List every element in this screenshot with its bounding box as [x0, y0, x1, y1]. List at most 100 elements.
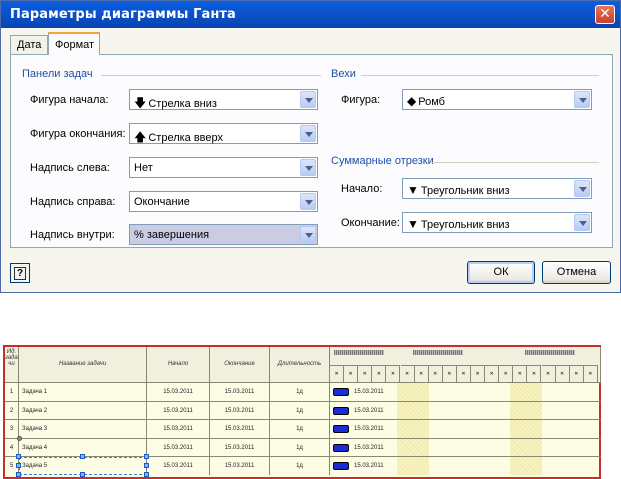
ok-button[interactable]: ОК [467, 261, 535, 284]
day-marker: ✕ [531, 371, 537, 377]
table-row[interactable]: 2 Задача 2 15.03.2011 15.03.2011 1д 15.03.201… [5, 400, 601, 420]
end-shape-select[interactable]: 🡅 Стрелка вверх [129, 123, 318, 144]
close-button[interactable]: ✕ [595, 5, 615, 24]
resize-handle[interactable] [144, 463, 149, 468]
day-marker: ✕ [475, 371, 480, 377]
row-finish: 15.03.2011 [210, 383, 270, 401]
day-marker: ✕ [404, 371, 410, 377]
resize-handle[interactable] [144, 472, 149, 477]
task-bar-label: 15.03.2011 [354, 463, 384, 470]
row-task-name: Задача 2 [19, 401, 147, 420]
header-finish: Окончание [210, 347, 270, 382]
inside-label-select[interactable]: % завершения [129, 224, 318, 245]
day-marker: ✕ [560, 371, 565, 377]
start-shape-select[interactable]: 🡇 Стрелка вниз [129, 89, 318, 110]
row-task-name: Задача 3 [19, 420, 147, 439]
task-bar[interactable] [333, 388, 349, 396]
row-finish: 15.03.2011 [210, 401, 270, 420]
table-row[interactable]: 3 Задача 3 15.03.2011 15.03.2011 1д 15.03.201… [5, 419, 601, 439]
rotation-handle[interactable] [17, 436, 22, 441]
row-task-name: Задача 1 [19, 383, 147, 401]
resize-handle[interactable] [80, 454, 85, 459]
row-duration: 1д [270, 383, 330, 401]
timeline-day-cell: ✕ [358, 365, 373, 382]
day-marker: ✕ [574, 371, 579, 377]
left-label-value: Нет [134, 162, 153, 174]
day-marker: ✕ [503, 371, 508, 377]
resize-handle[interactable] [16, 463, 21, 468]
group-divider [101, 75, 321, 76]
table-row[interactable]: 4 Задача 4 15.03.2011 15.03.2011 1д 15.03.201… [5, 437, 601, 457]
triangle-down-icon: ▼ [407, 183, 419, 197]
week-label [525, 350, 575, 355]
milestone-shape-select[interactable]: ◆ Ромб [402, 89, 592, 110]
row-task-id: 2 [5, 401, 19, 420]
chevron-down-icon[interactable] [300, 91, 316, 108]
arrow-down-icon: 🡇 [134, 96, 147, 110]
header-start: Начало [147, 347, 210, 382]
task-bar[interactable] [333, 406, 349, 415]
timeline-day-cell: ✕ [541, 365, 556, 382]
milestone-shape-label: Фигура: [341, 94, 381, 106]
end-shape-label: Фигура окончания: [30, 128, 126, 140]
close-icon: ✕ [599, 6, 611, 22]
timeline-day-cell: ✕ [372, 365, 387, 382]
day-marker: ✕ [419, 371, 424, 377]
help-button[interactable]: ? [10, 263, 30, 283]
resize-handle[interactable] [144, 454, 149, 459]
tab-date[interactable]: Дата [10, 35, 48, 54]
chevron-down-icon[interactable] [574, 91, 590, 108]
title-bar[interactable]: Параметры диаграммы Ганта ✕ [1, 1, 620, 28]
timeline-day-cell: ✕ [386, 365, 401, 382]
day-marker: ✕ [517, 371, 522, 377]
day-marker: ✕ [376, 371, 381, 377]
timeline-day-cell: ✕ [499, 365, 514, 382]
day-marker: ✕ [545, 371, 551, 377]
resize-handle[interactable] [80, 472, 85, 477]
summary-end-value: Треугольник вниз [420, 219, 510, 231]
right-label-label: Надпись справа: [30, 196, 116, 208]
gantt-chart[interactable]: Ид. зада-чи Название задачи Начало Оконч… [3, 345, 601, 479]
summary-end-select[interactable]: ▼ Треугольник вниз [402, 212, 592, 233]
day-marker: ✕ [334, 371, 339, 377]
left-label-label: Надпись слева: [30, 162, 110, 174]
chevron-down-icon[interactable] [574, 214, 590, 231]
header-duration: Длительность [270, 347, 330, 382]
task-bar-label: 15.03.2011 [354, 407, 384, 414]
resize-handle[interactable] [16, 454, 21, 459]
task-bar-label: 15.03.2011 [354, 444, 384, 451]
chevron-down-icon[interactable] [300, 159, 316, 176]
start-shape-label: Фигура начала: [30, 94, 109, 106]
task-bar[interactable] [333, 425, 349, 434]
task-bar[interactable] [333, 462, 349, 471]
row-start: 15.03.2011 [147, 438, 210, 457]
summary-start-select[interactable]: ▼ Треугольник вниз [402, 178, 592, 199]
right-label-select[interactable]: Окончание [129, 191, 318, 212]
row-start: 15.03.2011 [147, 401, 210, 420]
timeline-day-cell: ✕ [330, 365, 345, 382]
day-marker: ✕ [433, 371, 438, 377]
resize-handle[interactable] [16, 472, 21, 477]
day-marker: ✕ [447, 371, 452, 377]
milestone-shape-value: Ромб [418, 96, 445, 108]
header-task-id: Ид. зада-чи [5, 347, 20, 382]
cancel-button[interactable]: Отмена [542, 261, 611, 284]
chevron-down-icon[interactable] [574, 180, 590, 197]
chevron-down-icon[interactable] [300, 193, 316, 210]
chevron-down-icon[interactable] [300, 226, 316, 243]
inside-label-label: Надпись внутри: [30, 229, 115, 241]
triangle-down-icon: ▼ [407, 217, 419, 231]
timeline-day-cell: ✕ [456, 365, 471, 382]
inside-label-value: % завершения [134, 229, 210, 241]
header-task-name: Название задачи [19, 347, 147, 382]
left-label-select[interactable]: Нет [129, 157, 318, 178]
day-marker: ✕ [362, 371, 367, 377]
task-bar-label: 15.03.2011 [354, 426, 384, 433]
row-task-id: 1 [5, 383, 19, 401]
timeline-day-cell: ✕ [513, 365, 528, 382]
day-marker: ✕ [461, 371, 466, 377]
chevron-down-icon[interactable] [300, 125, 316, 142]
table-row[interactable]: 1 Задача 1 15.03.2011 15.03.2011 1д 15.03.201… [5, 382, 601, 401]
tab-format[interactable]: Формат [48, 32, 100, 55]
task-bar[interactable] [333, 443, 349, 452]
